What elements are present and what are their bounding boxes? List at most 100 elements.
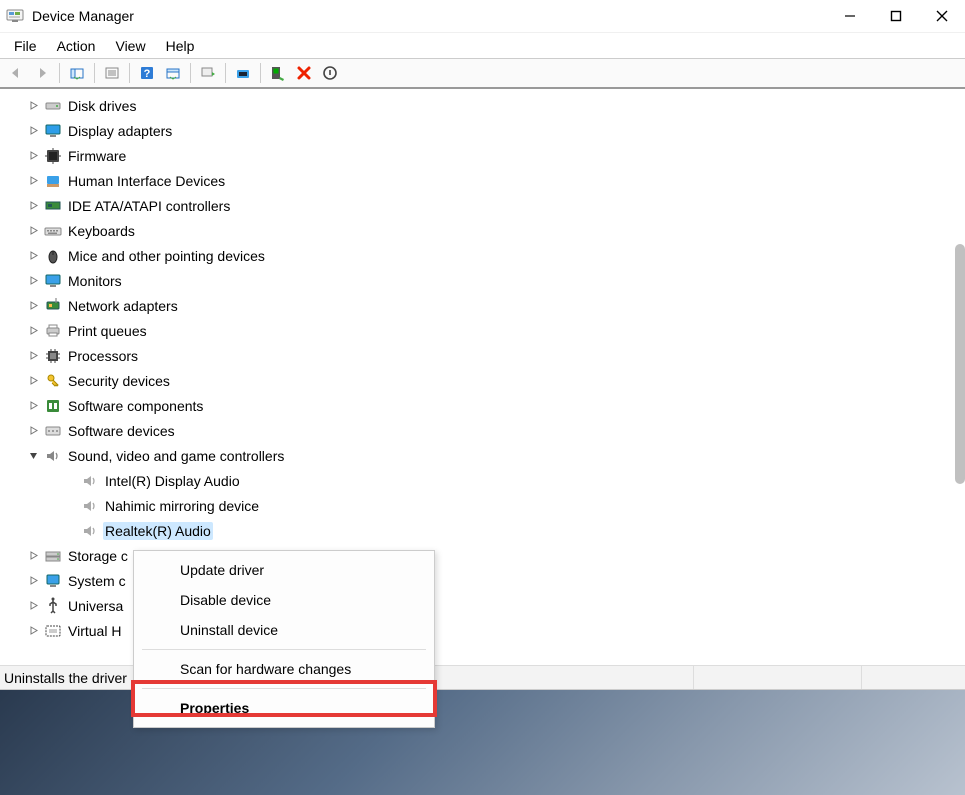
tree-node[interactable]: IDE ATA/ATAPI controllers <box>0 193 965 218</box>
chevron-right-icon[interactable] <box>28 151 38 161</box>
tree-node-label: Print queues <box>66 322 149 340</box>
chevron-right-icon[interactable] <box>28 626 38 636</box>
context-menu-item[interactable]: Disable device <box>134 585 434 615</box>
separator <box>129 63 130 83</box>
chevron-right-icon[interactable] <box>28 276 38 286</box>
enable-device-button[interactable] <box>231 61 255 85</box>
chevron-right-icon[interactable] <box>28 426 38 436</box>
context-menu-item[interactable]: Scan for hardware changes <box>134 654 434 684</box>
tree-node-child[interactable]: Intel(R) Display Audio <box>0 468 965 493</box>
context-menu-separator <box>142 649 426 650</box>
chevron-right-icon[interactable] <box>28 326 38 336</box>
sound-child-icon <box>81 522 99 540</box>
tree-node[interactable]: Software devices <box>0 418 965 443</box>
scan-hardware-button[interactable] <box>266 61 290 85</box>
chevron-down-icon[interactable] <box>28 451 38 461</box>
chevron-right-icon[interactable] <box>28 401 38 411</box>
tree-node[interactable]: Sound, video and game controllers <box>0 443 965 468</box>
scrollbar-thumb[interactable] <box>955 244 965 484</box>
sound-child-icon <box>81 472 99 490</box>
virtual-icon <box>44 622 62 640</box>
tree-node-label: System c <box>66 572 128 590</box>
chevron-right-icon[interactable] <box>28 301 38 311</box>
chevron-right-icon[interactable] <box>28 576 38 586</box>
tree-node-label: Monitors <box>66 272 124 290</box>
network-icon <box>44 297 62 315</box>
system-icon <box>44 572 62 590</box>
menu-action[interactable]: Action <box>47 35 106 57</box>
tree-node-label: Software components <box>66 397 205 415</box>
show-hide-tree-button[interactable] <box>65 61 89 85</box>
monitor-icon <box>44 272 62 290</box>
swdev-icon <box>44 422 62 440</box>
chevron-right-icon[interactable] <box>28 601 38 611</box>
menu-help[interactable]: Help <box>156 35 205 57</box>
tree-node[interactable]: Disk drives <box>0 93 965 118</box>
swcomp-icon <box>44 397 62 415</box>
tree-node-label: Keyboards <box>66 222 137 240</box>
window-title: Device Manager <box>32 8 827 24</box>
tree-node-label: Nahimic mirroring device <box>103 497 261 515</box>
chevron-right-icon[interactable] <box>28 126 38 136</box>
context-menu-item[interactable]: Uninstall device <box>134 615 434 645</box>
chevron-right-icon[interactable] <box>28 351 38 361</box>
svg-text:?: ? <box>144 68 151 80</box>
menu-view[interactable]: View <box>105 35 155 57</box>
tree-node-label: Software devices <box>66 422 177 440</box>
tree-node[interactable]: Network adapters <box>0 293 965 318</box>
update-driver-button[interactable] <box>196 61 220 85</box>
tree-node-label: Virtual H <box>66 622 123 640</box>
display-icon <box>44 122 62 140</box>
disable-device-button[interactable] <box>318 61 342 85</box>
back-button[interactable] <box>4 61 28 85</box>
tree-node[interactable]: Display adapters <box>0 118 965 143</box>
tree-node[interactable]: Processors <box>0 343 965 368</box>
mouse-icon <box>44 247 62 265</box>
tree-node-label: Processors <box>66 347 140 365</box>
tree-node[interactable]: Print queues <box>0 318 965 343</box>
tree-node-label: Intel(R) Display Audio <box>103 472 242 490</box>
status-text: Uninstalls the driver <box>4 670 127 686</box>
close-button[interactable] <box>919 0 965 33</box>
chevron-right-icon[interactable] <box>28 201 38 211</box>
menu-file[interactable]: File <box>4 35 47 57</box>
tree-node-label: Disk drives <box>66 97 138 115</box>
context-menu-item[interactable]: Properties <box>134 693 434 723</box>
chevron-right-icon[interactable] <box>28 551 38 561</box>
chevron-right-icon[interactable] <box>28 251 38 261</box>
security-icon <box>44 372 62 390</box>
separator <box>94 63 95 83</box>
tree-node[interactable]: Software components <box>0 393 965 418</box>
chevron-right-icon[interactable] <box>28 176 38 186</box>
storage-icon <box>44 547 62 565</box>
tree-node-child[interactable]: Nahimic mirroring device <box>0 493 965 518</box>
toolbar: ? <box>0 59 965 89</box>
tree-node[interactable]: Human Interface Devices <box>0 168 965 193</box>
uninstall-device-button[interactable] <box>292 61 316 85</box>
chevron-right-icon[interactable] <box>28 226 38 236</box>
context-menu-item[interactable]: Update driver <box>134 555 434 585</box>
properties-button[interactable] <box>161 61 185 85</box>
tree-node[interactable]: Firmware <box>0 143 965 168</box>
printer-icon <box>44 322 62 340</box>
separator <box>59 63 60 83</box>
show-hide-action-button[interactable] <box>100 61 124 85</box>
minimize-button[interactable] <box>827 0 873 33</box>
sound-icon <box>44 447 62 465</box>
tree-node[interactable]: Monitors <box>0 268 965 293</box>
separator <box>190 63 191 83</box>
chevron-right-icon[interactable] <box>28 376 38 386</box>
help-button[interactable]: ? <box>135 61 159 85</box>
tree-node-label: Storage c <box>66 547 130 565</box>
forward-button[interactable] <box>30 61 54 85</box>
tree-node-label: Display adapters <box>66 122 174 140</box>
tree-node-label: Network adapters <box>66 297 180 315</box>
sound-child-icon <box>81 497 99 515</box>
tree-node[interactable]: Mice and other pointing devices <box>0 243 965 268</box>
maximize-button[interactable] <box>873 0 919 33</box>
tree-node-child[interactable]: Realtek(R) Audio <box>0 518 965 543</box>
chevron-right-icon[interactable] <box>28 101 38 111</box>
tree-node[interactable]: Security devices <box>0 368 965 393</box>
firmware-icon <box>44 147 62 165</box>
tree-node[interactable]: Keyboards <box>0 218 965 243</box>
